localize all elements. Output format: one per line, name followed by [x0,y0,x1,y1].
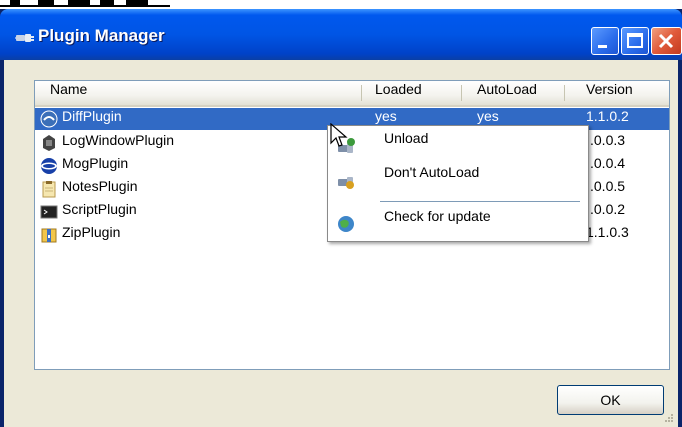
column-divider[interactable] [461,85,462,101]
close-icon [658,33,674,49]
notes-plugin-icon [42,181,56,198]
menu-separator [380,201,580,202]
close-button[interactable] [651,27,682,55]
plugin-version: .0.0.5 [590,178,626,194]
dialog-client-area: Name Loaded AutoLoad Version DiffPlugin … [4,60,678,427]
plugin-name: MogPlugin [62,155,129,171]
plugin-name: LogWindowPlugin [62,132,175,148]
column-header-version[interactable]: Version [586,81,633,105]
plugin-name: NotesPlugin [62,178,138,194]
plugin-version: .0.0.2 [590,201,626,217]
log-window-plugin-icon [43,135,55,151]
plugin-name: ScriptPlugin [62,201,137,217]
plugin-version: .0.0.3 [590,132,626,148]
dont-autoload-icon [338,177,354,189]
column-divider[interactable] [361,85,362,101]
minimize-icon [598,45,607,48]
mog-plugin-icon [41,158,57,174]
plugin-version: .0.0.4 [590,155,626,171]
ok-button[interactable]: OK [557,385,664,415]
column-header-name[interactable]: Name [50,81,87,105]
resize-grip-icon[interactable] [662,411,674,423]
column-header-autoload[interactable]: AutoLoad [477,81,537,105]
context-menu: Unload Don't AutoLoad Check for update [327,125,589,242]
column-header-loaded[interactable]: Loaded [375,81,422,105]
maximize-button[interactable] [621,27,649,55]
menu-item-check-for-update[interactable]: Check for update [328,208,588,240]
title-bar[interactable]: Plugin Manager [0,9,682,60]
window-title: Plugin Manager [38,26,165,45]
plugin-manager-icon [15,34,34,42]
diff-plugin-icon [40,110,58,128]
column-divider[interactable] [564,85,565,101]
menu-item-unload[interactable]: Unload [328,130,588,162]
menu-item-label: Unload [384,130,429,146]
script-plugin-icon [40,205,58,219]
maximize-icon [627,33,643,48]
plugin-name: DiffPlugin [62,108,122,124]
mouse-pointer-icon [330,123,348,147]
plugin-version: 1.1.0.3 [586,224,629,240]
minimize-button[interactable] [591,27,619,55]
heading-underline [0,5,170,7]
menu-item-dont-autoload[interactable]: Don't AutoLoad [328,164,588,196]
plugin-name: ZipPlugin [62,224,121,240]
menu-item-label: Don't AutoLoad [384,164,480,180]
list-header: Name Loaded AutoLoad Version [35,81,669,107]
background-strip [0,0,682,7]
check-update-icon [338,216,354,232]
menu-item-label: Check for update [384,208,491,224]
plugin-version: 1.1.0.2 [586,108,629,124]
zip-plugin-icon [41,228,57,243]
